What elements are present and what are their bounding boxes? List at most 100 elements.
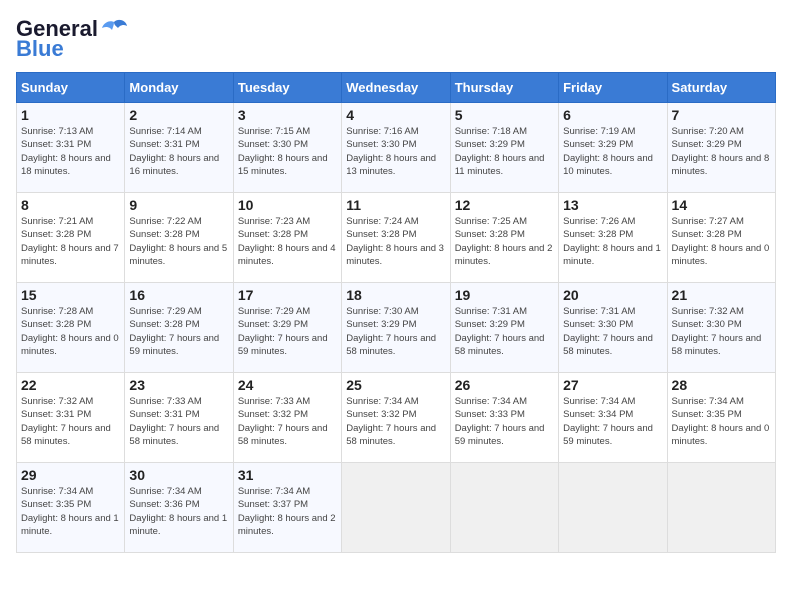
calendar-cell: 17Sunrise: 7:29 AM Sunset: 3:29 PM Dayli… — [233, 283, 341, 373]
calendar-cell: 29 Sunrise: 7:34 AM Sunset: 3:35 PM Dayli… — [17, 463, 125, 553]
day-number: 19 — [455, 287, 554, 303]
day-info: Sunrise: 7:28 AM Sunset: 3:28 PM Dayligh… — [21, 305, 120, 358]
calendar-cell: 28 Sunrise: 7:34 AM Sunset: 3:35 PM Dayli… — [667, 373, 775, 463]
day-number: 28 — [672, 377, 771, 393]
day-info: Sunrise: 7:34 AM Sunset: 3:37 PM Dayligh… — [238, 485, 337, 538]
calendar-cell: 12Sunrise: 7:25 AM Sunset: 3:28 PM Dayli… — [450, 193, 558, 283]
day-number: 4 — [346, 107, 445, 123]
day-info: Sunrise: 7:34 AM Sunset: 3:35 PM Dayligh… — [21, 485, 120, 538]
day-info: Sunrise: 7:32 AM Sunset: 3:30 PM Dayligh… — [672, 305, 771, 358]
day-info: Sunrise: 7:32 AM Sunset: 3:31 PM Dayligh… — [21, 395, 120, 448]
day-info: Sunrise: 7:13 AM Sunset: 3:31 PM Dayligh… — [21, 125, 120, 178]
day-info: Sunrise: 7:23 AM Sunset: 3:28 PM Dayligh… — [238, 215, 337, 268]
day-number: 16 — [129, 287, 228, 303]
day-info: Sunrise: 7:34 AM Sunset: 3:34 PM Dayligh… — [563, 395, 662, 448]
calendar-cell: 19 Sunrise: 7:31 AM Sunset: 3:29 PM Dayli… — [450, 283, 558, 373]
day-info: Sunrise: 7:18 AM Sunset: 3:29 PM Dayligh… — [455, 125, 554, 178]
calendar-cell: 2 Sunrise: 7:14 AM Sunset: 3:31 PM Daylig… — [125, 103, 233, 193]
calendar-cell: 8 Sunrise: 7:21 AM Sunset: 3:28 PM Daylig… — [17, 193, 125, 283]
logo-bird-icon — [100, 18, 128, 40]
day-number: 6 — [563, 107, 662, 123]
calendar-cell: 5 Sunrise: 7:18 AM Sunset: 3:29 PM Daylig… — [450, 103, 558, 193]
calendar-cell: 16 Sunrise: 7:29 AM Sunset: 3:28 PM Dayli… — [125, 283, 233, 373]
day-info: Sunrise: 7:34 AM Sunset: 3:33 PM Dayligh… — [455, 395, 554, 448]
week-row-2: 8 Sunrise: 7:21 AM Sunset: 3:28 PM Daylig… — [17, 193, 776, 283]
header-wednesday: Wednesday — [342, 73, 450, 103]
day-info: Sunrise: 7:20 AM Sunset: 3:29 PM Dayligh… — [672, 125, 771, 178]
day-number: 1 — [21, 107, 120, 123]
calendar-cell: 21 Sunrise: 7:32 AM Sunset: 3:30 PM Dayli… — [667, 283, 775, 373]
calendar-cell: 20Sunrise: 7:31 AM Sunset: 3:30 PM Dayli… — [559, 283, 667, 373]
calendar-cell: 31Sunrise: 7:34 AM Sunset: 3:37 PM Dayli… — [233, 463, 341, 553]
day-number: 29 — [21, 467, 120, 483]
calendar-cell: 27 Sunrise: 7:34 AM Sunset: 3:34 PM Dayli… — [559, 373, 667, 463]
calendar-cell: 15 Sunrise: 7:28 AM Sunset: 3:28 PM Dayli… — [17, 283, 125, 373]
day-number: 30 — [129, 467, 228, 483]
day-info: Sunrise: 7:22 AM Sunset: 3:28 PM Dayligh… — [129, 215, 228, 268]
day-info: Sunrise: 7:31 AM Sunset: 3:29 PM Dayligh… — [455, 305, 554, 358]
day-number: 5 — [455, 107, 554, 123]
calendar-cell: 30 Sunrise: 7:34 AM Sunset: 3:36 PM Dayli… — [125, 463, 233, 553]
calendar-cell: 23 Sunrise: 7:33 AM Sunset: 3:31 PM Dayli… — [125, 373, 233, 463]
logo-blue: Blue — [16, 36, 64, 62]
calendar-cell: 14Sunrise: 7:27 AM Sunset: 3:28 PM Dayli… — [667, 193, 775, 283]
calendar-cell — [450, 463, 558, 553]
day-number: 11 — [346, 197, 445, 213]
day-info: Sunrise: 7:34 AM Sunset: 3:32 PM Dayligh… — [346, 395, 445, 448]
header-friday: Friday — [559, 73, 667, 103]
day-info: Sunrise: 7:27 AM Sunset: 3:28 PM Dayligh… — [672, 215, 771, 268]
day-number: 21 — [672, 287, 771, 303]
calendar-cell — [667, 463, 775, 553]
logo: General Blue — [16, 16, 128, 62]
day-number: 26 — [455, 377, 554, 393]
header-monday: Monday — [125, 73, 233, 103]
header-sunday: Sunday — [17, 73, 125, 103]
calendar-cell: 22 Sunrise: 7:32 AM Sunset: 3:31 PM Dayli… — [17, 373, 125, 463]
header-row: SundayMondayTuesdayWednesdayThursdayFrid… — [17, 73, 776, 103]
day-info: Sunrise: 7:34 AM Sunset: 3:35 PM Dayligh… — [672, 395, 771, 448]
calendar-cell — [342, 463, 450, 553]
day-number: 12 — [455, 197, 554, 213]
calendar-cell: 6 Sunrise: 7:19 AM Sunset: 3:29 PM Daylig… — [559, 103, 667, 193]
day-number: 27 — [563, 377, 662, 393]
day-info: Sunrise: 7:29 AM Sunset: 3:29 PM Dayligh… — [238, 305, 337, 358]
calendar-cell: 24Sunrise: 7:33 AM Sunset: 3:32 PM Dayli… — [233, 373, 341, 463]
day-number: 2 — [129, 107, 228, 123]
week-row-3: 15 Sunrise: 7:28 AM Sunset: 3:28 PM Dayli… — [17, 283, 776, 373]
day-number: 7 — [672, 107, 771, 123]
calendar-cell: 25Sunrise: 7:34 AM Sunset: 3:32 PM Dayli… — [342, 373, 450, 463]
header-thursday: Thursday — [450, 73, 558, 103]
day-info: Sunrise: 7:34 AM Sunset: 3:36 PM Dayligh… — [129, 485, 228, 538]
calendar-cell: 7 Sunrise: 7:20 AM Sunset: 3:29 PM Daylig… — [667, 103, 775, 193]
calendar-cell: 3Sunrise: 7:15 AM Sunset: 3:30 PM Daylig… — [233, 103, 341, 193]
day-number: 15 — [21, 287, 120, 303]
day-info: Sunrise: 7:33 AM Sunset: 3:32 PM Dayligh… — [238, 395, 337, 448]
day-info: Sunrise: 7:33 AM Sunset: 3:31 PM Dayligh… — [129, 395, 228, 448]
calendar-cell: 26 Sunrise: 7:34 AM Sunset: 3:33 PM Dayli… — [450, 373, 558, 463]
header-saturday: Saturday — [667, 73, 775, 103]
day-info: Sunrise: 7:26 AM Sunset: 3:28 PM Dayligh… — [563, 215, 662, 268]
calendar-cell — [559, 463, 667, 553]
day-number: 13 — [563, 197, 662, 213]
day-number: 9 — [129, 197, 228, 213]
day-number: 10 — [238, 197, 337, 213]
day-number: 8 — [21, 197, 120, 213]
calendar-cell: 4Sunrise: 7:16 AM Sunset: 3:30 PM Daylig… — [342, 103, 450, 193]
calendar-cell: 9 Sunrise: 7:22 AM Sunset: 3:28 PM Daylig… — [125, 193, 233, 283]
day-info: Sunrise: 7:24 AM Sunset: 3:28 PM Dayligh… — [346, 215, 445, 268]
day-info: Sunrise: 7:14 AM Sunset: 3:31 PM Dayligh… — [129, 125, 228, 178]
calendar-cell: 10 Sunrise: 7:23 AM Sunset: 3:28 PM Dayli… — [233, 193, 341, 283]
day-info: Sunrise: 7:21 AM Sunset: 3:28 PM Dayligh… — [21, 215, 120, 268]
calendar-cell: 1 Sunrise: 7:13 AM Sunset: 3:31 PM Daylig… — [17, 103, 125, 193]
calendar-table: SundayMondayTuesdayWednesdayThursdayFrid… — [16, 72, 776, 553]
day-number: 3 — [238, 107, 337, 123]
header-tuesday: Tuesday — [233, 73, 341, 103]
week-row-5: 29 Sunrise: 7:34 AM Sunset: 3:35 PM Dayli… — [17, 463, 776, 553]
day-number: 20 — [563, 287, 662, 303]
day-info: Sunrise: 7:29 AM Sunset: 3:28 PM Dayligh… — [129, 305, 228, 358]
day-info: Sunrise: 7:19 AM Sunset: 3:29 PM Dayligh… — [563, 125, 662, 178]
day-number: 22 — [21, 377, 120, 393]
calendar-cell: 13 Sunrise: 7:26 AM Sunset: 3:28 PM Dayli… — [559, 193, 667, 283]
calendar-cell: 18Sunrise: 7:30 AM Sunset: 3:29 PM Dayli… — [342, 283, 450, 373]
day-number: 23 — [129, 377, 228, 393]
